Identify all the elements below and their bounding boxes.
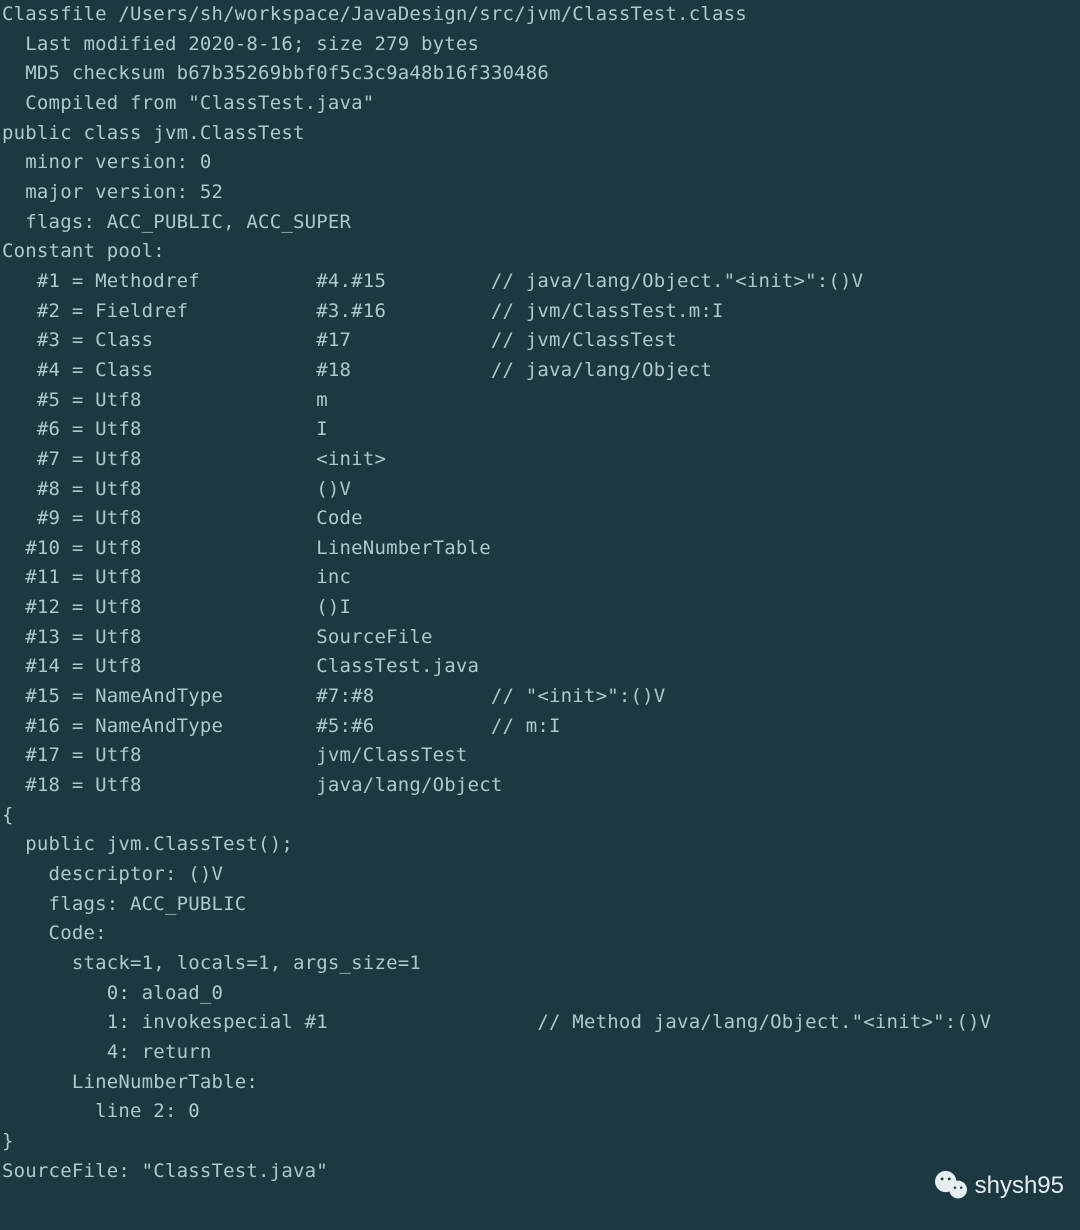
- instruction: 0: aload_0: [2, 982, 223, 1004]
- line-number-table-label: LineNumberTable:: [2, 1071, 258, 1093]
- minor-version: minor version: 0: [2, 151, 212, 173]
- cp-entry: #7 = Utf8 <init>: [2, 448, 386, 470]
- major-version: major version: 52: [2, 181, 223, 203]
- constructor-flags: flags: ACC_PUBLIC: [2, 893, 246, 915]
- cp-entry: #1 = Methodref #4.#15 // java/lang/Objec…: [2, 270, 863, 292]
- stack-locals-args: stack=1, locals=1, args_size=1: [2, 952, 421, 974]
- code-label: Code:: [2, 922, 107, 944]
- cp-entry: #9 = Utf8 Code: [2, 507, 363, 529]
- line-number-entry: line 2: 0: [2, 1100, 200, 1122]
- cp-entry: #15 = NameAndType #7:#8 // "<init>":()V: [2, 685, 665, 707]
- cp-entry: #5 = Utf8 m: [2, 389, 328, 411]
- cp-entry: #18 = Utf8 java/lang/Object: [2, 774, 502, 796]
- wechat-icon: [933, 1170, 969, 1202]
- last-modified: Last modified 2020-8-16; size 279 bytes: [2, 33, 479, 55]
- sourcefile: SourceFile: "ClassTest.java": [2, 1160, 328, 1182]
- cp-entry: #17 = Utf8 jvm/ClassTest: [2, 744, 468, 766]
- wechat-watermark: shysh95: [933, 1170, 1064, 1202]
- cp-entry: #13 = Utf8 SourceFile: [2, 626, 433, 648]
- constant-pool-label: Constant pool:: [2, 240, 165, 262]
- open-brace: {: [2, 804, 14, 826]
- cp-entry: #14 = Utf8 ClassTest.java: [2, 655, 479, 677]
- constructor-declaration: public jvm.ClassTest();: [2, 833, 293, 855]
- cp-entry: #16 = NameAndType #5:#6 // m:I: [2, 715, 561, 737]
- instruction: 1: invokespecial #1 // Method java/lang/…: [2, 1011, 991, 1033]
- cp-entry: #12 = Utf8 ()I: [2, 596, 351, 618]
- flags: flags: ACC_PUBLIC, ACC_SUPER: [2, 211, 351, 233]
- javap-output: Classfile /Users/sh/workspace/JavaDesign…: [0, 0, 1080, 1186]
- md5-checksum: MD5 checksum b67b35269bbf0f5c3c9a48b16f3…: [2, 62, 549, 84]
- descriptor: descriptor: ()V: [2, 863, 223, 885]
- cp-entry: #6 = Utf8 I: [2, 418, 328, 440]
- cp-entry: #2 = Fieldref #3.#16 // jvm/ClassTest.m:…: [2, 300, 724, 322]
- classfile-path: Classfile /Users/sh/workspace/JavaDesign…: [2, 3, 747, 25]
- instruction: 4: return: [2, 1041, 212, 1063]
- compiled-from: Compiled from "ClassTest.java": [2, 92, 374, 114]
- class-declaration: public class jvm.ClassTest: [2, 122, 305, 144]
- cp-entry: #4 = Class #18 // java/lang/Object: [2, 359, 712, 381]
- close-brace: }: [2, 1130, 14, 1152]
- cp-entry: #3 = Class #17 // jvm/ClassTest: [2, 329, 677, 351]
- watermark-text: shysh95: [975, 1171, 1064, 1201]
- cp-entry: #8 = Utf8 ()V: [2, 478, 351, 500]
- cp-entry: #10 = Utf8 LineNumberTable: [2, 537, 491, 559]
- cp-entry: #11 = Utf8 inc: [2, 566, 351, 588]
